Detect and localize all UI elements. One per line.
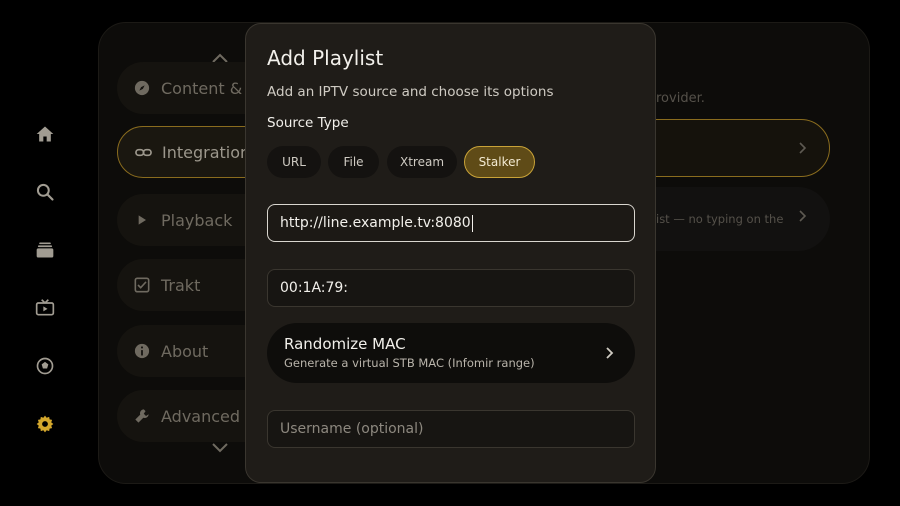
mac-address-field[interactable]: 00:1A:79: [267,269,635,307]
dialog-title: Add Playlist [267,46,384,70]
portal-url-value: http://line.example.tv:8080 [280,215,471,231]
randomize-mac-button[interactable]: Randomize MAC Generate a virtual STB MAC… [267,323,635,383]
library-icon[interactable] [33,238,57,262]
link-icon [134,143,152,161]
live-tv-icon[interactable] [33,296,57,320]
source-type-stalker-chip[interactable]: Stalker [464,146,535,178]
text-caret [471,214,473,232]
menu-item-label: Advanced [161,406,241,426]
wrench-icon [133,407,151,425]
nav-rail [0,0,90,506]
randomize-mac-title: Randomize MAC [284,335,406,353]
play-icon [133,211,151,229]
mac-address-value: 00:1A:79: [280,280,349,296]
chevron-right-icon [606,347,614,359]
compass-icon [133,79,151,97]
source-type-xtream-chip[interactable]: Xtream [387,146,457,178]
username-field[interactable]: Username (optional) [267,410,635,448]
source-type-label: Source Type [267,115,349,131]
card-hint-text: ist — no typing on the [656,212,784,226]
username-placeholder: Username (optional) [280,421,424,437]
search-icon[interactable] [33,180,57,204]
menu-item-label: About [161,341,209,361]
randomize-mac-subtitle: Generate a virtual STB MAC (Infomir rang… [284,356,535,370]
settings-icon[interactable] [33,412,57,436]
menu-item-label: Playback [161,210,233,230]
add-playlist-dialog: Add Playlist Add an IPTV source and choo… [245,23,656,483]
scroll-down-icon[interactable] [211,442,229,454]
portal-url-field[interactable]: http://line.example.tv:8080 [267,204,635,242]
checkbox-icon [133,276,151,294]
source-type-file-chip[interactable]: File [328,146,379,178]
source-type-url-chip[interactable]: URL [267,146,321,178]
menu-item-label: Trakt [161,275,201,295]
info-icon [133,342,151,360]
chevron-right-icon [799,142,807,154]
chevron-right-icon [799,210,807,222]
provider-hint-text: rovider. [656,91,705,106]
dialog-subtitle: Add an IPTV source and choose its option… [267,84,554,100]
sports-icon[interactable] [33,354,57,378]
home-icon[interactable] [33,122,57,146]
